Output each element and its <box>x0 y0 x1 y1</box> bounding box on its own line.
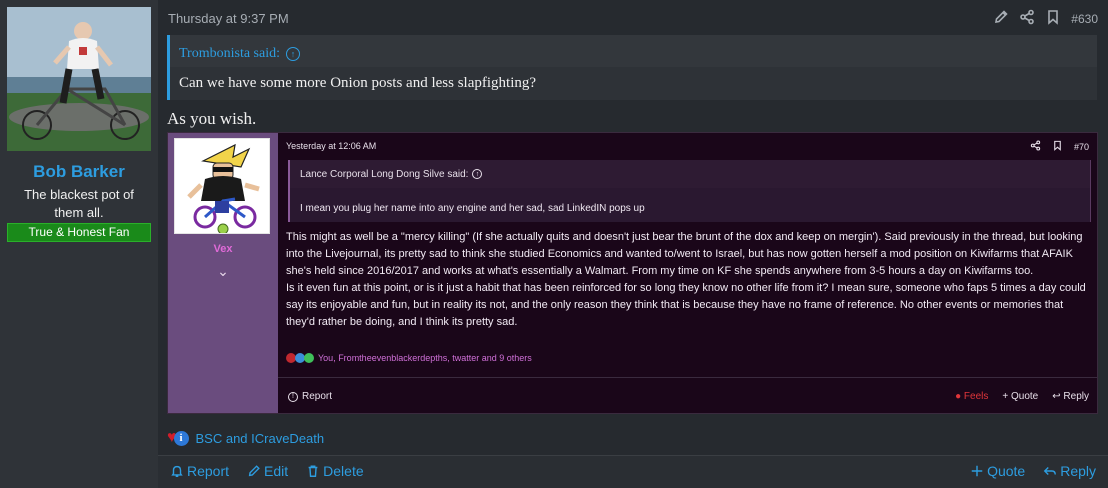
reply-label: Reply <box>1060 463 1096 479</box>
report-label: Report <box>187 463 230 479</box>
embed-feels-label: Feels <box>963 391 989 402</box>
embed-footer: ! Report ● Feels + Quote ↩ Reply <box>278 377 1097 413</box>
embed-reactions: You, Fromtheevenblackerdepths, twatter a… <box>286 353 532 363</box>
embed-user-column: Vex ⌄ <box>168 133 278 413</box>
embed-report-icon: ! <box>288 391 298 402</box>
quote-author[interactable]: Trombonista said: <box>179 46 280 62</box>
quote-block: Trombonista said: ↑ Can we have some mor… <box>167 35 1097 100</box>
embed-jump-icon: ↑ <box>472 169 483 179</box>
share-icon[interactable] <box>1019 9 1035 28</box>
edit-label: Edit <box>264 463 289 479</box>
embed-quote-block: Lance Corporal Long Dong Silve said: ↑ I… <box>288 160 1091 222</box>
quote-button[interactable]: Quote <box>970 463 1025 479</box>
embed-feels-button: ● Feels <box>955 391 988 402</box>
embed-actions: ● Feels + Quote ↩ Reply <box>955 391 1089 402</box>
informative-reaction-icon: i <box>173 430 189 446</box>
delete-label: Delete <box>323 463 364 479</box>
post-date[interactable]: Thursday at 9:37 PM <box>168 11 289 26</box>
embed-paragraph-2: Is it even fun at this point, or is it j… <box>286 282 1086 328</box>
embed-quote-button: + Quote <box>1002 391 1039 402</box>
username[interactable]: Bob Barker <box>0 162 158 182</box>
post-footer-right: Quote Reply <box>970 463 1096 479</box>
embed-paragraph-1: This might as well be a "mercy killing" … <box>286 231 1083 277</box>
chevron-down-icon: ⌄ <box>217 263 229 279</box>
quote-header[interactable]: Trombonista said: ↑ <box>179 42 300 66</box>
embed-avatar <box>174 138 270 234</box>
quote-label: Quote <box>987 463 1026 479</box>
embed-post: Yesterday at 12:06 AM #70 Lance Corporal… <box>278 133 1097 413</box>
embed-reply-label: Reply <box>1063 391 1089 402</box>
post-header-actions: #630 <box>993 9 1098 28</box>
pencil-icon <box>248 465 260 477</box>
post-header: Thursday at 9:37 PM #630 <box>167 0 1108 35</box>
embed-avatar-cartoon <box>175 139 269 233</box>
embed-header-actions: #70 <box>1030 140 1089 153</box>
post-reactions[interactable]: ♥ i BSC and ICraveDeath <box>167 429 324 447</box>
embed-feels-icon: ● <box>955 391 962 402</box>
embed-report-label: Report <box>302 391 333 402</box>
embed-quote-label: Quote <box>1011 391 1039 402</box>
bell-icon <box>171 465 183 477</box>
report-button[interactable]: Report <box>170 463 229 479</box>
post-number[interactable]: #630 <box>1071 12 1098 26</box>
reply-arrow-icon <box>1043 467 1057 475</box>
trash-icon <box>308 465 318 477</box>
embed-body: This might as well be a "mercy killing" … <box>286 229 1094 331</box>
embed-quote-text: I mean you plug her name into any engine… <box>300 203 645 214</box>
plus-icon <box>971 465 983 477</box>
embed-report: ! Report <box>288 391 332 402</box>
user-banner: True & Honest Fan <box>7 223 151 242</box>
bookmark-icon[interactable] <box>1045 9 1061 28</box>
reactions-list[interactable]: BSC and ICraveDeath <box>196 431 325 446</box>
embed-leaf-reaction-icon <box>304 353 314 363</box>
edit-button[interactable]: Edit <box>247 463 288 479</box>
embed-username: Vex <box>213 243 233 255</box>
embed-reactions-text: You, Fromtheevenblackerdepths, twatter a… <box>318 353 532 363</box>
post-body-text: As you wish. <box>167 109 257 128</box>
user-title: The blackest pot of them all. <box>24 187 134 220</box>
edit-pencil-icon[interactable] <box>993 9 1009 28</box>
quote-text: Can we have some more Onion posts and le… <box>179 75 537 91</box>
embed-date: Yesterday at 12:06 AM <box>286 141 377 151</box>
reply-button[interactable]: Reply <box>1043 463 1096 479</box>
embed-quote-header: Lance Corporal Long Dong Silve said: ↑ <box>290 160 1090 188</box>
post-footer-left: Report Edit Delete <box>170 463 364 479</box>
embed-reply-button: ↩ Reply <box>1052 391 1089 402</box>
embed-share-icon <box>1030 140 1041 153</box>
user-column: Bob Barker The blackest pot of them all.… <box>0 0 158 488</box>
quote-header-bg <box>170 35 1097 67</box>
delete-button[interactable]: Delete <box>306 463 364 479</box>
embed-bookmark-icon <box>1052 140 1063 153</box>
embed-quote-author: Lance Corporal Long Dong Silve said: <box>300 168 469 180</box>
post-footer: Report Edit Delete Quote Reply <box>158 455 1108 488</box>
user-avatar[interactable] <box>7 7 151 151</box>
jump-to-quote-icon[interactable]: ↑ <box>286 47 300 61</box>
embed-post-number: #70 <box>1073 141 1089 152</box>
embedded-screenshot[interactable]: Vex ⌄ Yesterday at 12:06 AM #70 Lance Co… <box>167 132 1098 414</box>
avatar-photo <box>7 7 151 151</box>
